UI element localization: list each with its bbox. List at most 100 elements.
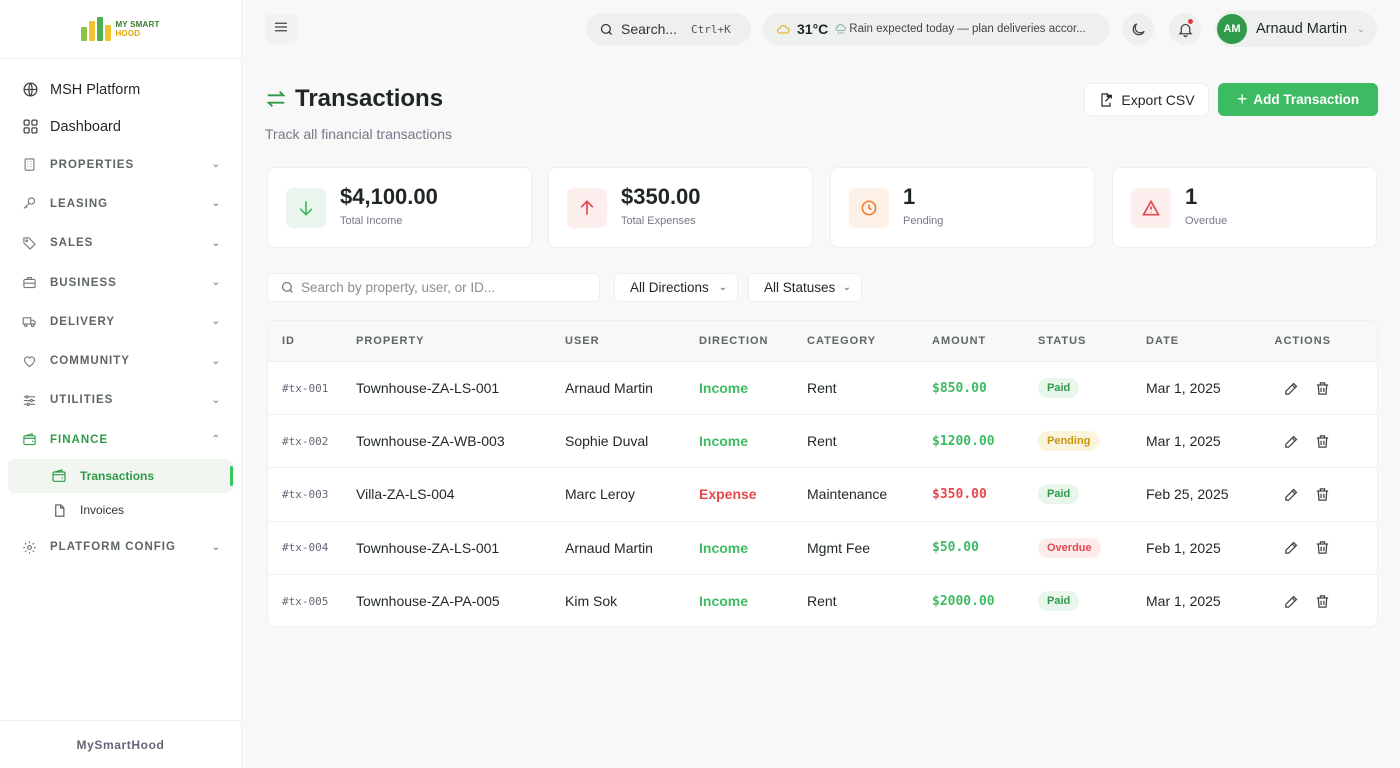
sidebar-section-finance[interactable]: FINANCE ⌃: [0, 420, 241, 459]
add-transaction-button[interactable]: + Add Transaction: [1218, 83, 1378, 116]
column-header-actions: ACTIONS: [1274, 335, 1331, 347]
page-subtitle: Track all financial transactions: [265, 126, 453, 142]
search-icon: [599, 22, 614, 37]
table-row[interactable]: #tx-003 Villa-ZA-LS-004 Marc Leroy Expen…: [268, 468, 1377, 522]
topbar: Search... Ctrl+K 31°C Rain expected toda…: [243, 0, 1400, 59]
stat-card-overdue: 1 Overdue: [1112, 167, 1377, 248]
transaction-search: [267, 273, 600, 302]
user-menu[interactable]: AM Arnaud Martin ⌄: [1215, 11, 1377, 47]
sidebar-section-properties[interactable]: PROPERTIES ⌄: [0, 145, 241, 184]
avatar: AM: [1217, 14, 1247, 44]
status-badge: Pending: [1038, 431, 1100, 452]
trash-icon[interactable]: [1314, 593, 1331, 610]
transaction-search-input[interactable]: [301, 280, 591, 295]
stat-label: Overdue: [1185, 215, 1228, 227]
stat-card-income: $4,100.00 Total Income: [267, 167, 532, 248]
truck-icon: [21, 313, 38, 330]
edit-icon[interactable]: [1283, 593, 1300, 610]
globe-icon: [21, 81, 39, 99]
sidebar-section-community[interactable]: COMMUNITY ⌄: [0, 341, 241, 380]
theme-toggle-button[interactable]: [1122, 13, 1154, 45]
weather-widget[interactable]: 31°C Rain expected today — plan deliveri…: [763, 13, 1110, 45]
cell-user: Arnaud Martin: [565, 380, 653, 397]
document-icon: [51, 502, 67, 518]
status-filter-select[interactable]: All Statuses ⌄: [748, 273, 862, 302]
search-label: Search...: [621, 21, 678, 37]
trash-icon[interactable]: [1314, 539, 1331, 556]
table-row[interactable]: #tx-001 Townhouse-ZA-LS-001 Arnaud Marti…: [268, 362, 1377, 416]
sidebar-item-msh-platform[interactable]: MSH Platform: [0, 71, 241, 108]
column-header-id[interactable]: ID: [268, 335, 356, 347]
transactions-table: ID PROPERTY USER DIRECTION CATEGORY AMOU…: [267, 320, 1378, 627]
sidebar-section-utilities[interactable]: UTILITIES ⌄: [0, 381, 241, 420]
cell-date: Mar 1, 2025: [1146, 593, 1221, 610]
cell-user: Arnaud Martin: [565, 539, 653, 556]
cell-id: #tx-003: [282, 487, 329, 501]
edit-icon[interactable]: [1283, 539, 1300, 556]
chevron-down-icon: ⌄: [211, 198, 221, 210]
trash-icon[interactable]: [1314, 486, 1331, 503]
menu-toggle-button[interactable]: [265, 14, 297, 44]
column-header-date[interactable]: DATE: [1146, 335, 1252, 347]
edit-icon[interactable]: [1283, 433, 1300, 450]
column-header-category[interactable]: CATEGORY: [807, 335, 932, 347]
column-header-amount[interactable]: AMOUNT: [932, 335, 1038, 347]
sidebar-section-delivery[interactable]: DELIVERY ⌄: [0, 302, 241, 341]
chevron-down-icon: ⌄: [211, 159, 221, 171]
cell-amount: $2000.00: [932, 593, 995, 609]
export-csv-button[interactable]: Export CSV: [1084, 83, 1209, 116]
cell-category: Rent: [807, 593, 837, 610]
gear-icon: [21, 539, 38, 556]
add-transaction-label: Add Transaction: [1253, 92, 1360, 107]
direction-filter-select[interactable]: All Directions ⌄: [614, 273, 738, 302]
trash-icon[interactable]: [1314, 380, 1331, 397]
edit-icon[interactable]: [1283, 486, 1300, 503]
sidebar-section-label: FINANCE: [50, 433, 109, 446]
stat-value: $4,100.00: [340, 184, 438, 209]
sidebar-section-label: UTILITIES: [50, 394, 114, 407]
wallet-icon: [51, 468, 67, 484]
status-badge: Paid: [1038, 591, 1080, 612]
stat-label: Total Income: [340, 215, 403, 227]
column-header-status[interactable]: STATUS: [1038, 335, 1146, 347]
global-search-button[interactable]: Search... Ctrl+K: [586, 13, 751, 45]
sidebar-section-label: DELIVERY: [50, 315, 116, 328]
sidebar-section-label: SALES: [50, 237, 94, 250]
table-row[interactable]: #tx-005 Townhouse-ZA-PA-005 Kim Sok Inco…: [268, 575, 1377, 626]
edit-icon[interactable]: [1283, 380, 1300, 397]
trash-icon[interactable]: [1314, 433, 1331, 450]
cell-category: Mgmt Fee: [807, 539, 871, 556]
sidebar-section-business[interactable]: BUSINESS ⌄: [0, 263, 241, 302]
cell-user: Marc Leroy: [565, 486, 636, 503]
sidebar-item-dashboard[interactable]: Dashboard: [0, 108, 241, 145]
sidebar-item-transactions[interactable]: Transactions: [8, 459, 233, 494]
status-badge: Paid: [1038, 484, 1080, 505]
sidebar-item-invoices[interactable]: Invoices: [8, 493, 233, 527]
stat-card-pending: 1 Pending: [830, 167, 1095, 248]
sidebar-section-sales[interactable]: SALES ⌄: [0, 224, 241, 263]
cell-user: Sophie Duval: [565, 433, 649, 450]
cell-id: #tx-005: [282, 594, 329, 608]
sidebar-section-leasing[interactable]: LEASING ⌄: [0, 184, 241, 223]
cell-amount: $850.00: [932, 380, 987, 396]
column-header-direction[interactable]: DIRECTION: [699, 335, 807, 347]
notifications-button[interactable]: [1169, 13, 1201, 45]
column-header-user[interactable]: USER: [565, 335, 699, 347]
column-header-property[interactable]: PROPERTY: [356, 335, 565, 347]
key-icon: [21, 195, 38, 212]
stat-value: $350.00: [621, 184, 701, 209]
table-row[interactable]: #tx-002 Townhouse-ZA-WB-003 Sophie Duval…: [268, 415, 1377, 469]
sidebar-section-label: LEASING: [50, 197, 109, 210]
sidebar-footer: MySmartHood: [0, 720, 241, 768]
brand-logo[interactable]: MY SMART HOOD: [0, 0, 241, 59]
page-header: Transactions Track all financial transac…: [265, 85, 452, 142]
cell-direction: Income: [699, 380, 749, 397]
wallet-icon: [21, 431, 38, 448]
cell-property: Villa-ZA-LS-004: [356, 486, 455, 503]
chevron-down-icon: ⌄: [718, 282, 727, 293]
briefcase-icon: [21, 274, 38, 291]
arrows-exchange-icon: [265, 88, 287, 110]
sidebar-section-platform-config[interactable]: PLATFORM CONFIG ⌄: [0, 527, 241, 566]
table-row[interactable]: #tx-004 Townhouse-ZA-LS-001 Arnaud Marti…: [268, 522, 1377, 575]
search-shortcut: Ctrl+K: [691, 22, 731, 36]
